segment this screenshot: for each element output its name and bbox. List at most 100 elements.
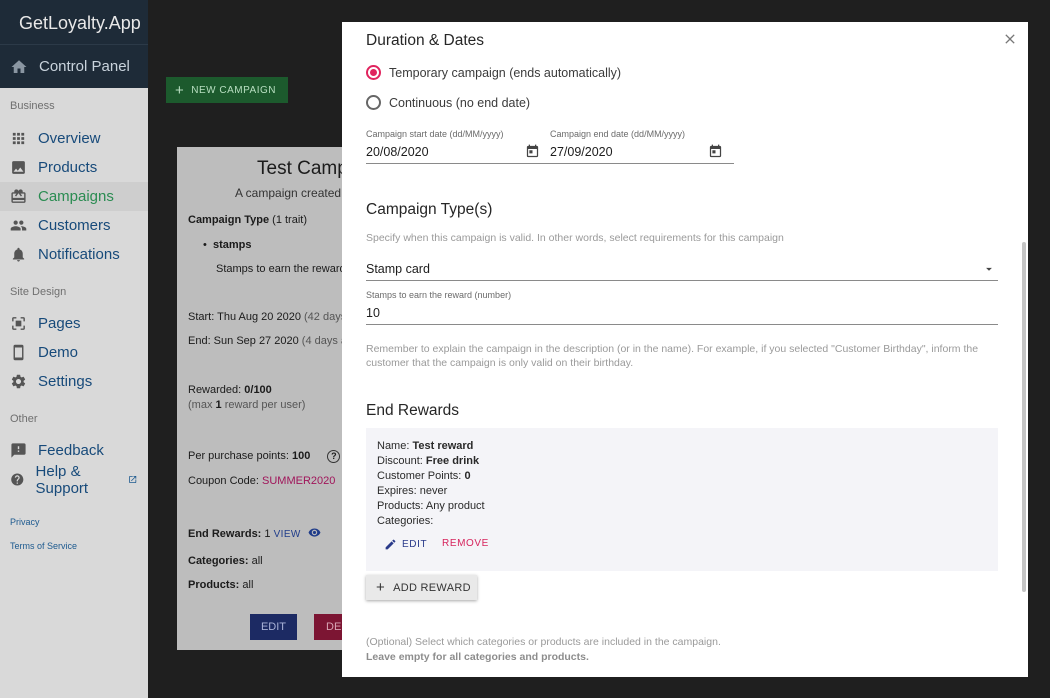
card-edit-button[interactable]: EDIT (250, 614, 297, 640)
campaign-types-help: Specify when this campaign is valid. In … (366, 232, 784, 244)
home-icon (11, 59, 27, 73)
stamps-input[interactable]: 10 (366, 306, 380, 320)
sidebar: GetLoyalty.App Control Panel Business Ov… (0, 0, 148, 698)
reward-edit-button[interactable]: EDIT (384, 538, 427, 551)
sidebar-item-pages[interactable]: Pages (0, 309, 148, 338)
eye-icon[interactable] (308, 526, 321, 539)
plus-icon: + (376, 579, 386, 596)
rewarded-label: Rewarded: (188, 384, 242, 396)
calendar-icon[interactable] (525, 144, 540, 159)
sidebar-item-label: Customers (38, 217, 111, 234)
campaign-types-heading: Campaign Type(s) (366, 201, 493, 218)
sidebar-item-label: Overview (38, 130, 101, 147)
sidebar-item-label: Feedback (38, 442, 104, 459)
trait-item: • stamps (203, 239, 252, 251)
grid-icon (12, 132, 25, 145)
plus-icon: + (175, 81, 185, 99)
external-link-icon (128, 475, 136, 484)
radio-continuous-label: Continuous (no end date) (389, 95, 531, 110)
sidebar-item-overview[interactable]: Overview (0, 124, 148, 153)
campaign-type-select[interactable]: Stamp card (366, 262, 430, 276)
sidebar-item-label: Notifications (38, 246, 120, 263)
bullet: • (203, 239, 213, 251)
card-delete-button[interactable]: DE (314, 614, 342, 640)
terms-link[interactable]: Terms of Service (0, 541, 148, 555)
reward-points-row: Customer Points: 0 (377, 470, 471, 482)
categories-value: all (251, 555, 263, 567)
privacy-link[interactable]: Privacy (0, 517, 148, 531)
duration-heading: Duration & Dates (366, 32, 485, 49)
reward-remove-button[interactable]: REMOVE (442, 538, 489, 549)
pencil-icon (385, 539, 396, 550)
end-date-label: Campaign end date (dd/MM/yyyy) (550, 129, 686, 139)
control-panel-link[interactable]: Control Panel (0, 44, 148, 88)
sidebar-item-notifications[interactable]: Notifications (0, 240, 148, 269)
sidebar-item-demo[interactable]: Demo (0, 338, 148, 367)
reward-summary: Name: Test reward Discount: Free drink C… (366, 428, 998, 571)
end-rewards-count: 1 (264, 528, 271, 540)
coupon-value: SUMMER2020 (262, 475, 336, 487)
sidebar-item-label: Pages (38, 315, 81, 332)
sidebar-item-label: Help & Support (35, 462, 89, 497)
gift-card-icon (11, 189, 26, 203)
sidebar-item-label: Campaigns (38, 188, 114, 205)
chevron-down-icon[interactable] (982, 262, 996, 276)
start-date-input[interactable]: 20/08/2020 (366, 145, 429, 159)
rewarded-value: 0/100 (244, 384, 272, 396)
start-relative: (42 days a (304, 311, 342, 323)
end-rewards-label: End Rewards: (188, 528, 262, 540)
end-relative: (4 days ag (301, 335, 342, 347)
radio-temporary[interactable]: Temporary campaign (ends automatically) (366, 65, 621, 80)
calendar-icon[interactable] (708, 144, 723, 159)
help-icon[interactable]: ? (327, 450, 341, 463)
stamps-label: Stamps to earn the reward: (216, 263, 342, 275)
radio-checked-icon[interactable] (366, 65, 381, 80)
trait-name: stamps (212, 239, 252, 251)
optional-text-line1: (Optional) Select which categories or pr… (366, 636, 721, 648)
products-label: Products: (188, 579, 240, 591)
new-campaign-label: NEW CAMPAIGN (191, 84, 276, 96)
sidebar-item-products[interactable]: Products (0, 153, 148, 182)
optional-text-line2: Leave empty for all categories and produ… (366, 651, 589, 663)
dialog-scrollbar[interactable] (1022, 242, 1026, 592)
reward-discount-label: Discount: (377, 455, 423, 467)
max-prefix: (max (188, 399, 213, 411)
campaign-subtitle: A campaign created (235, 186, 342, 200)
add-reward-button[interactable]: + ADD REWARD (366, 575, 477, 600)
reward-edit-label: EDIT (402, 539, 428, 550)
reward-name-value: Test reward (412, 440, 474, 452)
sidebar-item-help-support[interactable]: Help & Support (0, 462, 148, 497)
stamps-label: Stamps to earn the reward (number) (366, 290, 512, 300)
reward-expires: Expires: never (377, 485, 448, 497)
view-rewards-link[interactable]: VIEW (274, 529, 301, 540)
reward-points-label: Customer Points: (377, 470, 462, 482)
categories-label: Categories: (188, 555, 249, 567)
close-icon[interactable] (1002, 31, 1018, 47)
products-value: all (242, 579, 254, 591)
section-other: Other (10, 413, 38, 425)
reward-products: Products: Any product (377, 500, 485, 512)
reward-categories: Categories: (377, 515, 434, 527)
new-campaign-button[interactable]: + NEW CAMPAIGN (166, 77, 288, 103)
sidebar-item-customers[interactable]: Customers (0, 211, 148, 240)
type-select-underline (366, 280, 998, 281)
sidebar-item-label: Settings (38, 373, 93, 390)
coupon-label: Coupon Code: (188, 475, 259, 487)
reward-discount-row: Discount: Free drink (377, 455, 479, 467)
reward-name-row: Name: Test reward (377, 440, 473, 452)
end-date-input[interactable]: 27/09/2020 (550, 145, 613, 159)
end-row: End: Sun Sep 27 2020 (4 days ag (188, 335, 342, 347)
section-site-design: Site Design (10, 286, 67, 298)
add-reward-label: ADD REWARD (393, 581, 471, 594)
points-value: 100 (291, 450, 311, 462)
radio-unchecked-icon[interactable] (366, 95, 381, 110)
sidebar-item-settings[interactable]: Settings (0, 367, 148, 396)
radio-continuous[interactable]: Continuous (no end date) (366, 95, 530, 110)
radio-temporary-label: Temporary campaign (ends automatically) (389, 65, 622, 80)
stamps-underline (366, 324, 998, 325)
reward-discount-value: Free drink (425, 455, 480, 467)
products-row: Products: all (188, 579, 253, 591)
sidebar-item-feedback[interactable]: Feedback (0, 436, 148, 465)
sidebar-item-campaigns[interactable]: Campaigns (0, 182, 148, 211)
points-label: Per purchase points: (188, 450, 289, 462)
